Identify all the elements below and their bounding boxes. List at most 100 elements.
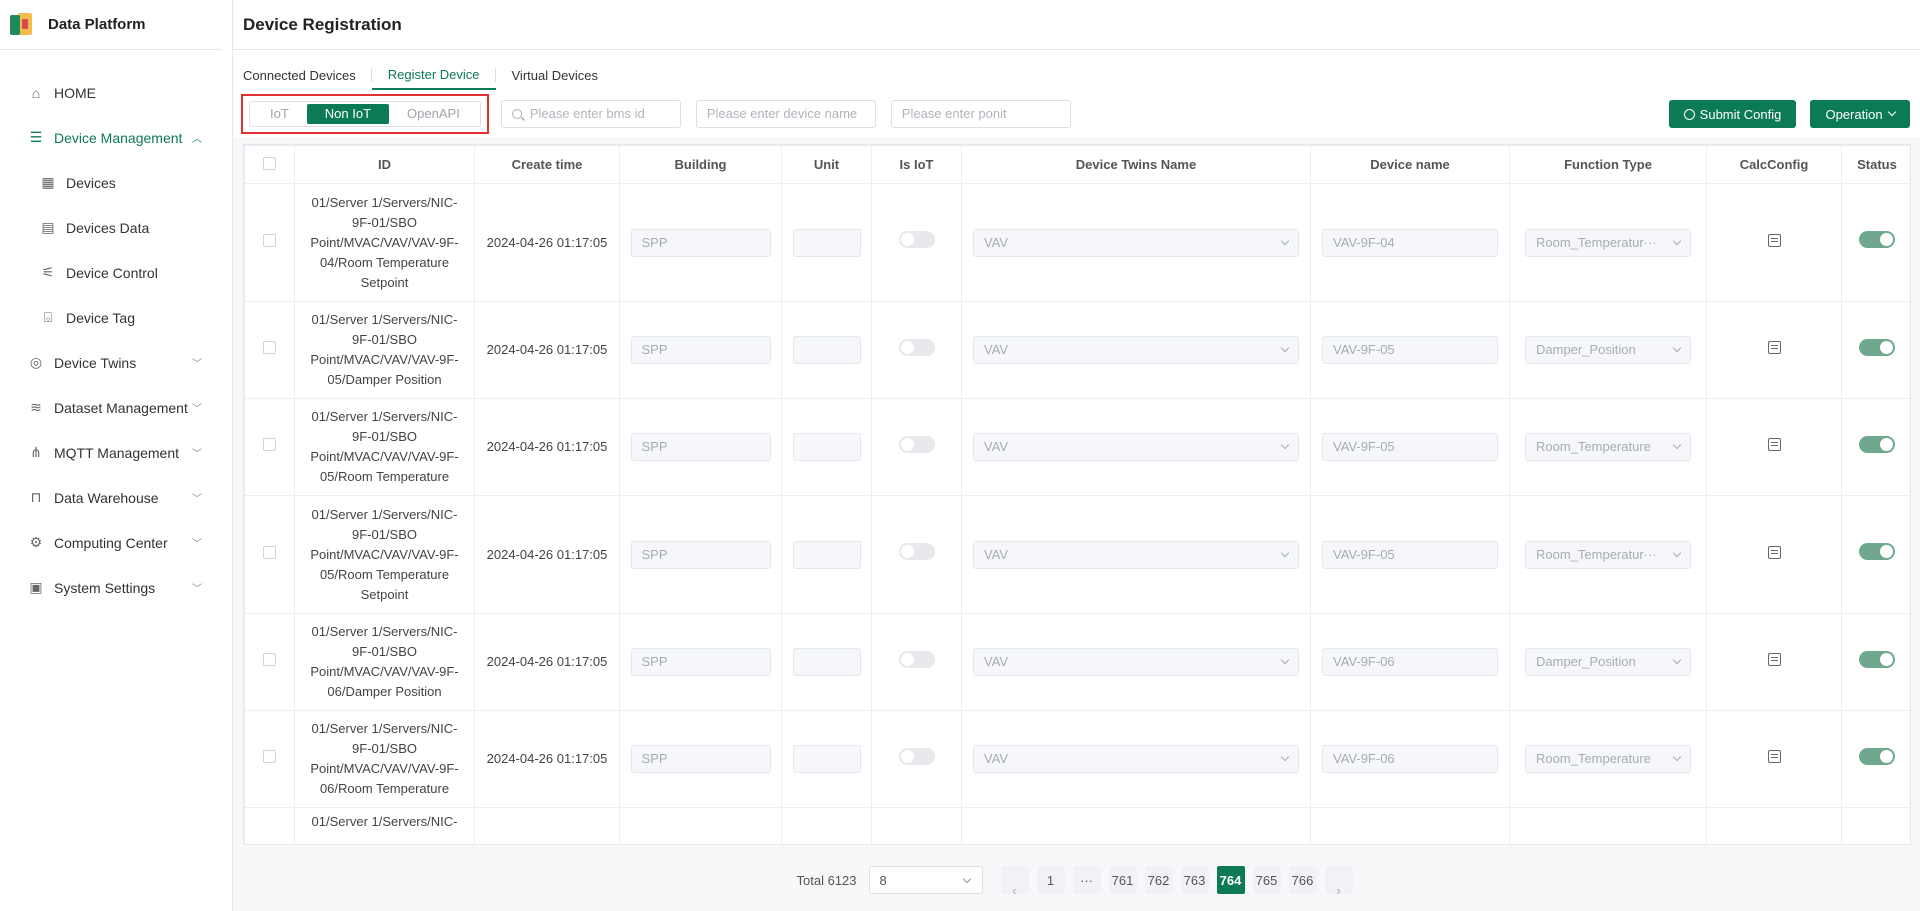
select-all-checkbox[interactable] — [263, 156, 276, 170]
status-toggle[interactable] — [1859, 650, 1895, 668]
function-type-select[interactable]: Damper_Position — [1525, 648, 1691, 676]
page-button[interactable]: 761 — [1108, 866, 1137, 894]
page-button[interactable]: 763 — [1180, 866, 1209, 894]
status-toggle[interactable] — [1859, 231, 1895, 248]
prev-page-button[interactable]: ‹ — [1000, 866, 1029, 898]
row-checkbox[interactable] — [263, 233, 276, 247]
function-type-select[interactable]: Room_Temperatur··· — [1525, 228, 1691, 257]
sidebar-nav: ⌂ HOME ☰ Device Management ︿ ▦ Devices ▤ Devices… — [0, 50, 232, 610]
sidebar-item-dataset-management[interactable]: ≋ Dataset Management ﹀ — [0, 385, 232, 430]
sidebar-item-devices-data[interactable]: ▤ Devices Data — [0, 205, 232, 250]
building-field[interactable]: SPP — [630, 745, 771, 773]
sidebar-item-mqtt-management[interactable]: ⋔ MQTT Management ﹀ — [0, 430, 232, 475]
device-name-field[interactable]: VAV-9F-05 — [1322, 540, 1498, 569]
tab-register-device[interactable]: Register Device — [371, 60, 496, 90]
col-header-id: ID — [294, 145, 475, 184]
is-iot-toggle[interactable] — [898, 231, 935, 248]
page-button[interactable]: 762 — [1144, 866, 1173, 894]
next-page-button[interactable]: › — [1324, 866, 1353, 898]
chevron-up-icon: ︿ — [192, 134, 202, 145]
create-time: 2024-04-26 01:17:05 — [486, 342, 608, 357]
status-toggle[interactable] — [1859, 747, 1895, 765]
device-name-value: VAV-9F-05 — [1333, 439, 1395, 454]
sidebar: Data Platform ⌂ HOME ☰ Device Management ︿ ▦ D… — [0, 0, 233, 911]
building-field[interactable]: SPP — [630, 228, 771, 257]
calc-config-icon[interactable] — [1767, 545, 1781, 559]
unit-field[interactable] — [792, 433, 861, 461]
bms-id-input[interactable]: Please enter bms id — [500, 99, 681, 128]
is-iot-toggle[interactable] — [898, 650, 935, 668]
page-button[interactable]: 764 — [1216, 866, 1245, 894]
calc-config-icon[interactable] — [1767, 341, 1781, 354]
function-type-select[interactable]: Room_Temperature — [1525, 433, 1691, 461]
page-button[interactable]: 1 — [1036, 866, 1065, 894]
is-iot-toggle[interactable] — [898, 747, 935, 765]
chevron-down-icon: ﹀ — [192, 404, 202, 415]
page-size-select[interactable]: 8 — [868, 866, 983, 894]
device-name-field[interactable]: VAV-9F-06 — [1322, 745, 1498, 773]
status-toggle[interactable] — [1859, 338, 1895, 356]
device-twins-select[interactable]: VAV — [973, 228, 1299, 257]
submit-config-button[interactable]: Submit Config — [1669, 100, 1796, 128]
building-field[interactable]: SPP — [630, 540, 771, 569]
chevron-down-icon — [962, 874, 971, 884]
building-field[interactable]: SPP — [630, 433, 771, 461]
unit-field[interactable] — [792, 648, 861, 676]
device-twins-value: VAV — [984, 654, 1009, 669]
page-button[interactable]: 766 — [1288, 866, 1317, 894]
device-name-field[interactable]: VAV-9F-04 — [1322, 228, 1498, 257]
sidebar-item-device-management[interactable]: ☰ Device Management ︿ — [0, 115, 232, 160]
is-iot-toggle[interactable] — [898, 543, 935, 560]
segment-iot[interactable]: IoT — [252, 104, 307, 124]
device-name-field[interactable]: VAV-9F-05 — [1322, 336, 1498, 364]
building-field[interactable]: SPP — [630, 648, 771, 676]
status-toggle[interactable] — [1859, 543, 1895, 560]
device-name-field[interactable]: VAV-9F-06 — [1322, 648, 1498, 676]
sidebar-item-computing-center[interactable]: ⚙ Computing Center ﹀ — [0, 520, 232, 565]
sidebar-item-system-settings[interactable]: ▣ System Settings ﹀ — [0, 565, 232, 610]
sidebar-item-device-control[interactable]: ⚟ Device Control — [0, 250, 232, 295]
row-checkbox[interactable] — [263, 750, 276, 763]
building-field[interactable]: SPP — [630, 336, 771, 364]
chevron-down-icon — [1280, 440, 1290, 450]
device-twins-select[interactable]: VAV — [973, 648, 1299, 676]
operation-button[interactable]: Operation — [1810, 100, 1910, 128]
device-name-input[interactable]: Please enter device name — [695, 99, 876, 128]
device-name-field[interactable]: VAV-9F-05 — [1322, 433, 1498, 461]
calc-config-icon[interactable] — [1767, 750, 1781, 763]
page-button[interactable]: 765 — [1252, 866, 1281, 894]
segment-openapi[interactable]: OpenAPI — [389, 104, 478, 124]
sidebar-item-devices[interactable]: ▦ Devices — [0, 160, 232, 205]
tab-connected-devices[interactable]: Connected Devices — [243, 60, 372, 90]
row-checkbox[interactable] — [263, 653, 276, 666]
function-type-select[interactable]: Damper_Position — [1525, 336, 1691, 364]
is-iot-toggle[interactable] — [898, 435, 935, 453]
tab-virtual-devices[interactable]: Virtual Devices — [496, 60, 614, 90]
sidebar-item-device-twins[interactable]: ◎ Device Twins ﹀ — [0, 340, 232, 385]
device-twins-select[interactable]: VAV — [973, 540, 1299, 569]
row-checkbox[interactable] — [263, 438, 276, 451]
calc-config-icon[interactable] — [1767, 233, 1781, 247]
sidebar-item-device-tag[interactable]: ⌺ Device Tag — [0, 295, 232, 340]
unit-field[interactable] — [792, 540, 861, 569]
segment-non-iot[interactable]: Non IoT — [306, 103, 390, 124]
row-checkbox[interactable] — [263, 545, 276, 559]
is-iot-toggle[interactable] — [898, 338, 935, 356]
function-type-select[interactable]: Room_Temperatur··· — [1525, 540, 1691, 569]
calc-config-icon[interactable] — [1767, 438, 1781, 451]
row-checkbox[interactable] — [263, 341, 276, 354]
device-twins-select[interactable]: VAV — [973, 336, 1299, 364]
device-twins-select[interactable]: VAV — [973, 745, 1299, 773]
function-type-select[interactable]: Room_Temperature — [1525, 745, 1691, 773]
sidebar-item-label: Data Warehouse — [54, 489, 159, 506]
calc-config-icon[interactable] — [1767, 653, 1781, 666]
sidebar-item-home[interactable]: ⌂ HOME — [0, 70, 232, 115]
unit-field[interactable] — [792, 336, 861, 364]
unit-field[interactable] — [792, 745, 861, 773]
sidebar-item-data-warehouse[interactable]: ⊓ Data Warehouse ﹀ — [0, 475, 232, 520]
device-twins-select[interactable]: VAV — [973, 433, 1299, 461]
ponit-input[interactable]: Please enter ponit — [890, 99, 1071, 128]
status-toggle[interactable] — [1859, 435, 1895, 453]
unit-field[interactable] — [792, 228, 861, 257]
page-ellipsis[interactable]: ··· — [1072, 866, 1101, 894]
